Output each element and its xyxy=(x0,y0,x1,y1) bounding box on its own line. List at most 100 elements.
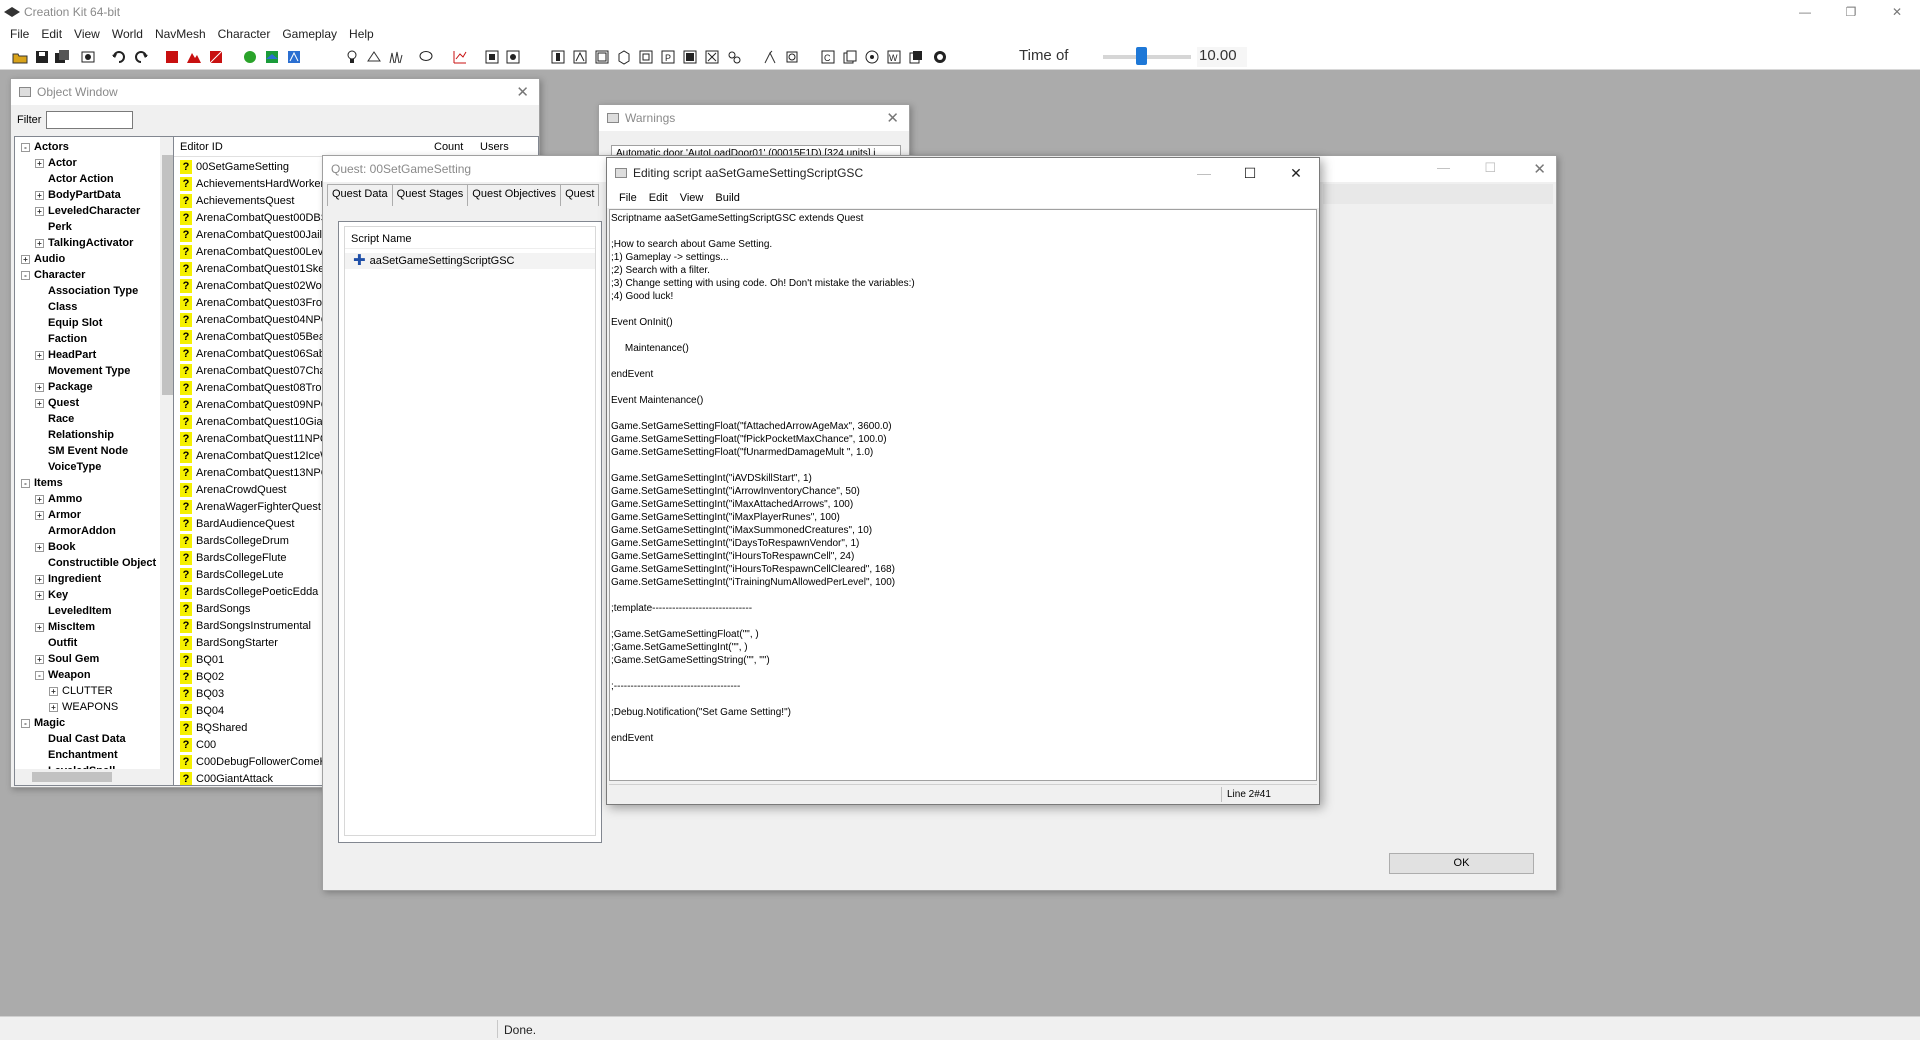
minimize-icon[interactable]: — xyxy=(1437,160,1450,175)
tree-item[interactable]: + HeadPart xyxy=(35,347,96,363)
time-of-day-slider-thumb[interactable] xyxy=(1136,47,1147,65)
scrollbar-thumb[interactable] xyxy=(32,772,112,782)
collapse-icon[interactable]: - xyxy=(21,478,30,488)
tree-item[interactable]: + Soul Gem xyxy=(35,651,99,667)
close-icon[interactable]: ✕ xyxy=(1273,158,1319,188)
lighting-icon[interactable] xyxy=(242,49,258,65)
ok-button[interactable]: OK xyxy=(1389,853,1534,874)
cell-view-icon[interactable]: C xyxy=(820,49,836,65)
close-icon[interactable]: ✕ xyxy=(1533,160,1546,178)
tree-item[interactable]: + Armor xyxy=(35,507,81,523)
editor-menu-edit[interactable]: Edit xyxy=(643,192,674,204)
expand-icon[interactable]: + xyxy=(49,702,58,712)
tree-item[interactable]: Actor Action xyxy=(35,171,114,187)
tree-item[interactable]: LeveledItem xyxy=(35,603,112,619)
expand-icon[interactable]: + xyxy=(35,622,44,632)
portal-icon[interactable]: P xyxy=(660,49,676,65)
tree-item[interactable]: VoiceType xyxy=(35,459,101,475)
expand-icon[interactable]: + xyxy=(49,686,58,696)
actor-icon[interactable] xyxy=(762,49,778,65)
save-icon[interactable] xyxy=(34,49,50,65)
tree-item[interactable]: Perk xyxy=(35,219,72,235)
tab-quest-objectives[interactable]: Quest Objectives xyxy=(467,184,562,206)
expand-icon[interactable]: + xyxy=(35,574,44,584)
save-all-icon[interactable] xyxy=(54,49,70,65)
warnings-window-titlebar[interactable]: Warnings ✕ xyxy=(599,105,909,131)
tree-item[interactable]: + Quest xyxy=(35,395,79,411)
column-editor-id[interactable]: Editor ID xyxy=(180,141,223,153)
tab-quest-stages[interactable]: Quest Stages xyxy=(391,184,469,206)
expand-icon[interactable]: + xyxy=(35,494,44,504)
minimize-button[interactable]: — xyxy=(1782,0,1828,24)
world-icon[interactable]: W xyxy=(886,49,902,65)
minimize-icon[interactable]: — xyxy=(1181,158,1227,188)
tree-item[interactable]: ArmorAddon xyxy=(35,523,116,539)
tree-item[interactable]: + Actor xyxy=(35,155,77,171)
menu-file[interactable]: File xyxy=(4,27,35,41)
tree-item[interactable]: + WEAPONS xyxy=(49,699,118,715)
maximize-button[interactable]: ❐ xyxy=(1828,0,1874,24)
collapse-icon[interactable]: - xyxy=(35,670,44,680)
expand-icon[interactable]: + xyxy=(35,654,44,664)
tree-item[interactable]: + LeveledCharacter xyxy=(35,203,140,219)
render-window-icon[interactable] xyxy=(164,49,180,65)
tab-quest-data[interactable]: Quest Data xyxy=(327,184,393,206)
tree-item[interactable]: Movement Type xyxy=(35,363,130,379)
lights-marker-icon[interactable] xyxy=(726,49,742,65)
speech-bubble-icon[interactable] xyxy=(418,49,434,65)
tree-item[interactable]: + Key xyxy=(35,587,68,603)
terrain-icon[interactable] xyxy=(264,49,280,65)
script-editor-titlebar[interactable]: Editing script aaSetGameSettingScriptGSC… xyxy=(607,158,1319,188)
menu-character[interactable]: Character xyxy=(212,27,277,41)
script-row[interactable]: ✚ aaSetGameSettingScriptGSC xyxy=(345,253,595,269)
copy-icon[interactable] xyxy=(842,49,858,65)
maximize-icon[interactable]: ☐ xyxy=(1227,158,1273,188)
time-of-day-value[interactable]: 10.00 xyxy=(1197,47,1247,67)
tree-item[interactable]: + Package xyxy=(35,379,93,395)
expand-icon[interactable]: + xyxy=(35,206,44,216)
snap-ref-icon[interactable] xyxy=(550,49,566,65)
tree-item[interactable]: + TalkingActivator xyxy=(35,235,133,251)
column-users[interactable]: Users xyxy=(480,141,509,153)
close-icon[interactable]: ✕ xyxy=(516,83,529,101)
tree-item[interactable]: + Audio xyxy=(21,251,65,267)
navmesh-icon[interactable] xyxy=(208,49,224,65)
tree-item[interactable]: + Ammo xyxy=(35,491,82,507)
tree-item[interactable]: - Items xyxy=(21,475,63,491)
close-button[interactable]: ✕ xyxy=(1874,0,1920,24)
menu-gameplay[interactable]: Gameplay xyxy=(276,27,343,41)
physics-icon[interactable] xyxy=(932,49,948,65)
animation-icon[interactable] xyxy=(452,49,468,65)
script-list[interactable]: Script Name ✚ aaSetGameSettingScriptGSC xyxy=(344,226,596,836)
expand-icon[interactable]: + xyxy=(35,158,44,168)
tree-item[interactable]: Race xyxy=(35,411,74,427)
tree-item[interactable]: + CLUTTER xyxy=(49,683,113,699)
snap-angle-icon[interactable] xyxy=(505,49,521,65)
tree-item[interactable]: SM Event Node xyxy=(35,443,128,459)
tree-item[interactable]: Constructible Object xyxy=(35,555,156,571)
tree-item[interactable]: - Magic xyxy=(21,715,65,731)
menu-world[interactable]: World xyxy=(106,27,149,41)
scrollbar-thumb[interactable] xyxy=(162,155,173,395)
tree-item[interactable]: - Weapon xyxy=(35,667,91,683)
markers-icon[interactable] xyxy=(704,49,720,65)
expand-icon[interactable]: + xyxy=(35,590,44,600)
close-icon[interactable]: ✕ xyxy=(886,109,899,127)
tree-item[interactable]: Association Type xyxy=(35,283,138,299)
editor-menu-view[interactable]: View xyxy=(674,192,710,204)
expand-icon[interactable]: + xyxy=(35,350,44,360)
tree-item[interactable]: Faction xyxy=(35,331,87,347)
tree-item[interactable]: Dual Cast Data xyxy=(35,731,126,747)
menu-view[interactable]: View xyxy=(68,27,106,41)
tab-quest-more[interactable]: Quest xyxy=(560,184,600,206)
tree-item[interactable]: + Ingredient xyxy=(35,571,101,587)
tree-item[interactable]: Enchantment xyxy=(35,747,118,763)
tree-item[interactable]: - Actors xyxy=(21,139,69,155)
vis-icon[interactable] xyxy=(784,49,800,65)
redo-icon[interactable] xyxy=(133,49,149,65)
tree-item[interactable]: Equip Slot xyxy=(35,315,102,331)
editor-menu-build[interactable]: Build xyxy=(709,192,745,204)
collision-icon[interactable] xyxy=(638,49,654,65)
column-count[interactable]: Count xyxy=(434,141,463,153)
snap-grid-icon[interactable] xyxy=(484,49,500,65)
